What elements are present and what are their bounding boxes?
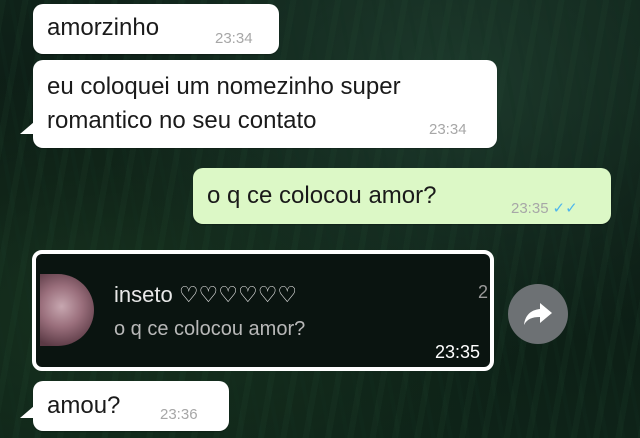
message-text-line-1: eu coloquei um nomezinho super	[47, 73, 401, 100]
message-text-line-2: romantico no seu contato	[47, 107, 317, 134]
message-time: 23:35 ✓✓	[511, 200, 578, 217]
read-receipt-icon: ✓✓	[552, 200, 578, 217]
message-time: 23:34	[215, 30, 253, 47]
quoted-message-card[interactable]: inseto ♡♡♡♡♡♡ o q ce colocou amor? 2 23:…	[32, 250, 494, 371]
quoted-contact-name: inseto ♡♡♡♡♡♡	[114, 282, 298, 307]
message-text: amorzinho	[47, 14, 160, 41]
incoming-message-2[interactable]: eu coloquei um nomezinho super romantico…	[33, 60, 497, 148]
contact-avatar[interactable]	[40, 274, 94, 346]
bubble-tail	[20, 122, 34, 134]
bubble-tail	[20, 406, 34, 418]
incoming-message-1[interactable]: amorzinho 23:34	[33, 4, 279, 54]
message-text: amou?	[47, 392, 121, 419]
quoted-message-time: 23:35	[434, 342, 480, 362]
forward-button[interactable]	[508, 284, 568, 344]
forward-share-icon	[524, 303, 552, 325]
quoted-message-text: o q ce colocou amor?	[114, 318, 306, 340]
message-time: 23:36	[160, 406, 198, 423]
incoming-message-3[interactable]: amou? 23:36	[33, 381, 229, 431]
message-text: o q ce colocou amor?	[207, 182, 437, 209]
outgoing-message[interactable]: o q ce colocou amor? 23:35 ✓✓	[193, 168, 611, 224]
message-time: 23:34	[429, 121, 467, 138]
quoted-edge-digit: 2	[477, 282, 488, 302]
